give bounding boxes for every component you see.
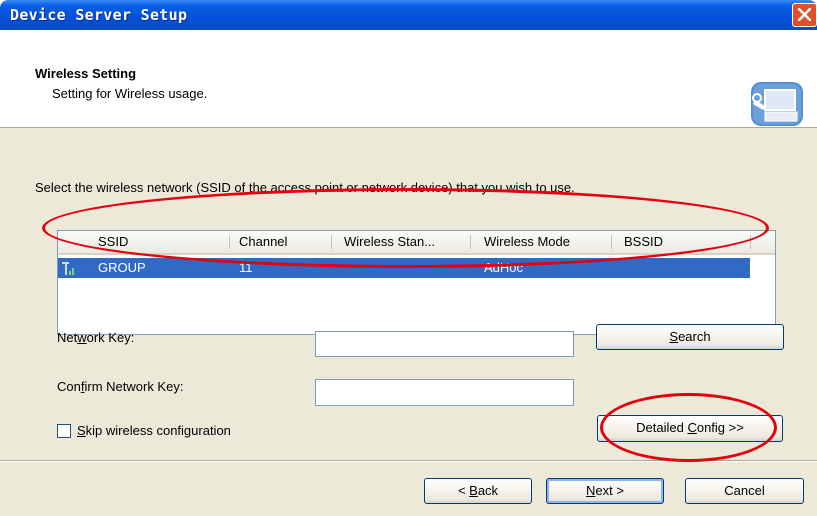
page-subtitle: Setting for Wireless usage.	[52, 86, 208, 101]
network-row[interactable]: GROUP 11 AdHoc	[58, 258, 750, 278]
search-button[interactable]: Search	[596, 324, 784, 350]
cell-ssid: GROUP	[98, 260, 146, 275]
list-header: SSID Channel Wireless Stan... Wireless M…	[58, 231, 775, 255]
cancel-button[interactable]: Cancel	[685, 478, 804, 504]
wizard-header: Wireless Setting Setting for Wireless us…	[0, 30, 817, 128]
signal-icon	[62, 262, 74, 275]
column-bssid[interactable]: BSSID	[624, 234, 663, 249]
network-key-input[interactable]	[315, 331, 574, 357]
column-wireless-mode[interactable]: Wireless Mode	[484, 234, 570, 249]
network-key-label: Network Key:	[57, 330, 135, 345]
page-title: Wireless Setting	[35, 66, 137, 81]
next-button[interactable]: Next >	[546, 478, 664, 504]
footer-divider	[0, 460, 817, 462]
column-channel[interactable]: Channel	[239, 234, 287, 249]
dialog-body: Wireless Setting Setting for Wireless us…	[0, 30, 817, 516]
computer-wrench-icon	[751, 82, 803, 126]
confirm-key-label: Confirm Network Key:	[57, 379, 184, 394]
cell-mode: AdHoc	[484, 260, 524, 275]
window-title: Device Server Setup	[10, 6, 188, 24]
back-button[interactable]: < Back	[424, 478, 532, 504]
detailed-config-button[interactable]: Detailed Config >>	[597, 415, 783, 442]
instruction-text: Select the wireless network (SSID of the…	[35, 180, 575, 195]
close-button[interactable]	[792, 3, 817, 27]
confirm-key-input[interactable]	[315, 379, 574, 406]
column-ssid[interactable]: SSID	[98, 234, 128, 249]
close-icon	[798, 8, 811, 21]
cell-channel: 11	[239, 260, 253, 275]
skip-wireless-checkbox[interactable]	[57, 424, 71, 438]
column-wireless-standard[interactable]: Wireless Stan...	[344, 234, 435, 249]
title-bar[interactable]: Device Server Setup	[0, 0, 817, 30]
skip-wireless-label[interactable]: Skip wireless configuration	[77, 423, 231, 438]
network-list[interactable]: SSID Channel Wireless Stan... Wireless M…	[57, 230, 776, 335]
